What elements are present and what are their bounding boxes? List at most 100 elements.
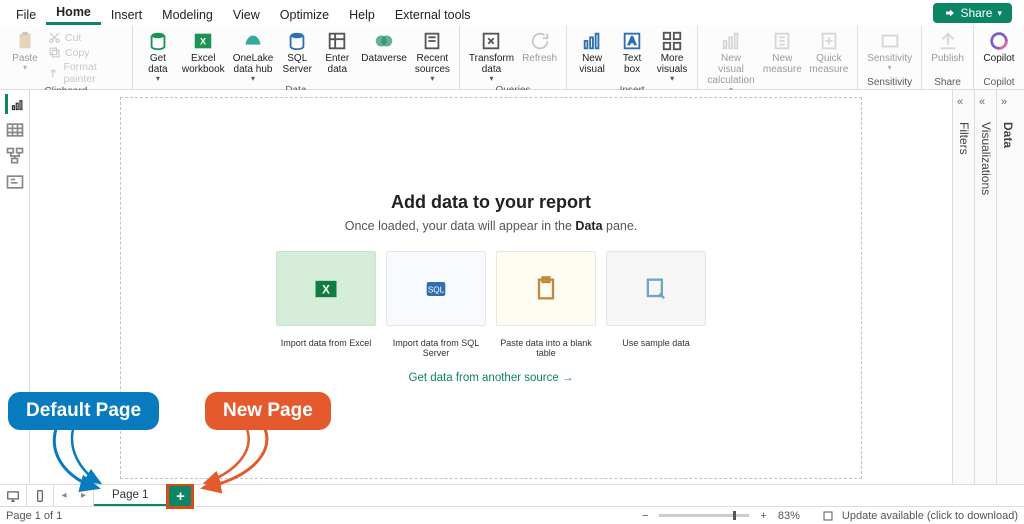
card-label: Use sample data: [606, 338, 706, 348]
publish-icon: [937, 30, 959, 52]
menu-optimize[interactable]: Optimize: [270, 4, 339, 25]
new-measure-button[interactable]: New measure: [760, 29, 805, 76]
desktop-icon: [6, 489, 20, 503]
ribbon-group-insert: New visual AText box More visuals▾ Inser…: [567, 26, 698, 89]
card-sample[interactable]: [606, 251, 706, 326]
filters-pane-toggle[interactable]: «Filters: [952, 90, 974, 484]
more-visuals-icon: [661, 30, 683, 52]
dax-view-button[interactable]: [5, 172, 25, 192]
card-paste[interactable]: [496, 251, 596, 326]
refresh-icon: [529, 30, 551, 52]
dataverse-button[interactable]: Dataverse: [358, 29, 410, 65]
sql-server-button[interactable]: SQL Server: [278, 29, 316, 76]
model-view-button[interactable]: [5, 146, 25, 166]
data-source-cards: X Import data from Excel SQL Import data…: [276, 251, 706, 358]
measure-icon: [771, 30, 793, 52]
table-view-button[interactable]: [5, 120, 25, 140]
arrow-new-page: [185, 425, 305, 505]
top-menu: File Home Insert Modeling View Optimize …: [0, 0, 1024, 26]
share-icon: [943, 7, 955, 19]
status-bar: Page 1 of 1 − + 83% Update available (cl…: [0, 506, 1024, 524]
menu-insert[interactable]: Insert: [101, 4, 152, 25]
zoom-out-button[interactable]: −: [639, 510, 651, 522]
copilot-button[interactable]: Copilot: [980, 29, 1018, 65]
new-visual-button[interactable]: New visual: [573, 29, 611, 76]
recent-sources-button[interactable]: Recent sources▾: [412, 29, 453, 85]
annotation-default-page: Default Page: [8, 392, 159, 430]
share-button[interactable]: Share ▾: [933, 3, 1012, 23]
arrow-default-page: [38, 425, 158, 505]
sensitivity-button[interactable]: Sensitivity▾: [864, 29, 915, 74]
report-view-button[interactable]: [5, 94, 25, 114]
ribbon-group-data: Get data▾ XExcel workbook OneLake data h…: [133, 26, 460, 89]
svg-text:A: A: [628, 36, 636, 48]
desktop-layout-button[interactable]: [0, 485, 27, 506]
paste-icon: [14, 30, 36, 52]
menu-help[interactable]: Help: [339, 4, 385, 25]
more-visuals-button[interactable]: More visuals▾: [653, 29, 691, 85]
quick-measure-button[interactable]: Quick measure: [807, 29, 852, 76]
sensitivity-icon: [879, 30, 901, 52]
ribbon-group-clipboard: Paste ▾ Cut Copy Format painter Clipboar…: [0, 26, 133, 89]
sql-icon: SQL: [422, 275, 450, 303]
data-pane-toggle[interactable]: »Data: [996, 90, 1024, 484]
collapse-icon: «: [979, 96, 985, 108]
format-painter-button[interactable]: Format painter: [46, 60, 126, 86]
ribbon-group-queries: Transform data▾ Refresh Queries: [460, 26, 567, 89]
card-sql[interactable]: SQL: [386, 251, 486, 326]
ribbon-group-calculations: New visual calculation▾ New measure Quic…: [698, 26, 858, 89]
onelake-button[interactable]: OneLake data hub▾: [230, 29, 277, 85]
transform-icon: [480, 30, 502, 52]
menu-home[interactable]: Home: [46, 1, 101, 25]
get-data-button[interactable]: Get data▾: [139, 29, 177, 85]
ribbon-group-share: Publish Share: [922, 26, 974, 89]
canvas-area: Add data to your report Once loaded, you…: [30, 90, 952, 484]
sql-icon: [286, 30, 308, 52]
new-visual-calculation-button[interactable]: New visual calculation▾: [704, 29, 758, 96]
transform-data-button[interactable]: Transform data▾: [466, 29, 517, 85]
zoom-slider[interactable]: [659, 514, 749, 517]
format-painter-icon: [48, 67, 60, 80]
quick-measure-icon: [818, 30, 840, 52]
enter-data-icon: [326, 30, 348, 52]
svg-text:SQL: SQL: [428, 285, 445, 294]
menu-file[interactable]: File: [6, 4, 46, 25]
annotation-new-page: New Page: [205, 392, 331, 430]
zoom-level: 83%: [778, 510, 800, 522]
fit-page-icon[interactable]: [822, 510, 834, 522]
text-box-button[interactable]: AText box: [613, 29, 651, 76]
cut-icon: [48, 31, 61, 44]
excel-workbook-button[interactable]: XExcel workbook: [179, 29, 228, 76]
onelake-icon: [242, 30, 264, 52]
card-label: Paste data into a blank table: [496, 338, 596, 358]
card-excel[interactable]: X: [276, 251, 376, 326]
menu-view[interactable]: View: [223, 4, 270, 25]
recent-icon: [421, 30, 443, 52]
zoom-in-button[interactable]: +: [757, 510, 769, 522]
dataverse-icon: [373, 30, 395, 52]
sample-icon: [642, 275, 670, 303]
cut-button[interactable]: Cut: [46, 30, 126, 45]
ribbon-group-copilot: Copilot Copilot: [974, 26, 1024, 89]
paste-icon: [532, 275, 560, 303]
collapse-icon: «: [957, 96, 963, 108]
paste-button[interactable]: Paste ▾: [6, 29, 44, 74]
textbox-icon: A: [621, 30, 643, 52]
card-label: Import data from SQL Server: [386, 338, 486, 358]
copy-button[interactable]: Copy: [46, 45, 126, 60]
chevron-down-icon: ▾: [997, 8, 1002, 19]
canvas-title: Add data to your report: [391, 192, 591, 213]
ribbon: Paste ▾ Cut Copy Format painter Clipboar…: [0, 26, 1024, 90]
excel-icon: X: [312, 275, 340, 303]
enter-data-button[interactable]: Enter data: [318, 29, 356, 76]
refresh-button[interactable]: Refresh: [519, 29, 560, 65]
get-data-link[interactable]: Get data from another source →: [409, 372, 574, 384]
ribbon-group-sensitivity: Sensitivity▾ Sensitivity: [858, 26, 922, 89]
menu-external-tools[interactable]: External tools: [385, 4, 481, 25]
menu-modeling[interactable]: Modeling: [152, 4, 223, 25]
copy-icon: [48, 46, 61, 59]
visualizations-pane-toggle[interactable]: «Visualizations: [974, 90, 996, 484]
page-count: Page 1 of 1: [6, 510, 62, 522]
update-available[interactable]: Update available (click to download): [842, 510, 1018, 522]
publish-button[interactable]: Publish: [928, 29, 967, 65]
